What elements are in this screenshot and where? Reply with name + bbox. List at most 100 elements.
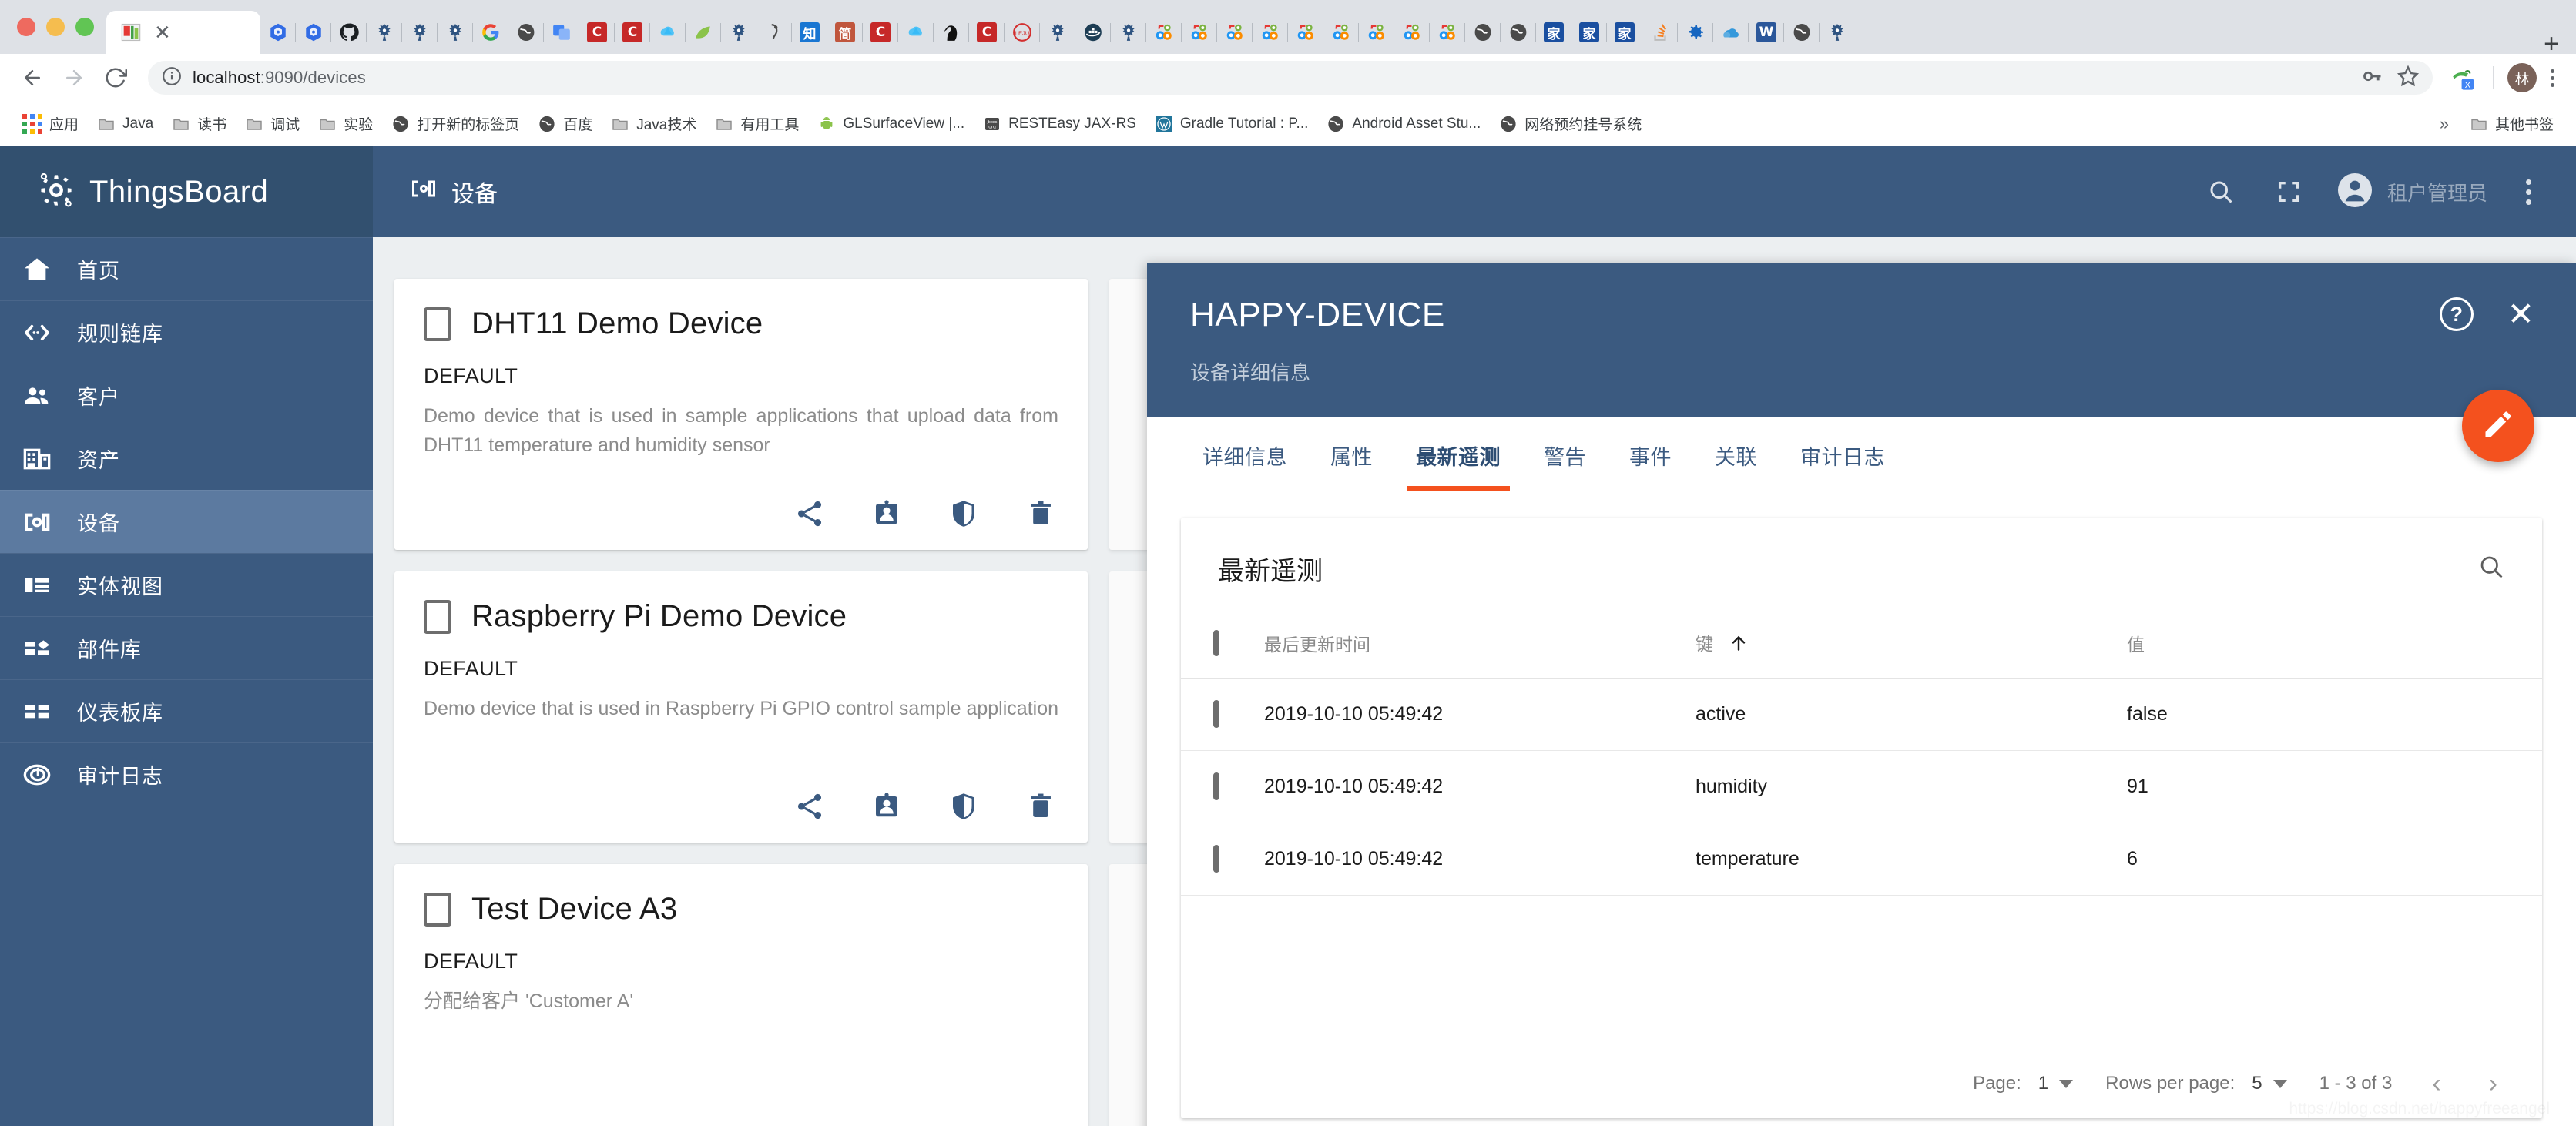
bookmark-item[interactable]: 有用工具 [706,109,807,139]
search-icon[interactable] [2477,553,2505,585]
address-bar[interactable]: localhost:9090/devices [148,61,2433,95]
device-card[interactable]: Raspberry Pi Demo Device DEFAULT Demo devi… [394,571,1088,843]
browser-menu-icon[interactable] [2543,62,2562,95]
sidebar-item-customers[interactable]: 客户 [0,364,373,427]
forward-button[interactable] [55,59,92,96]
help-icon[interactable]: ? [2439,297,2474,331]
pinned-tab[interactable] [1501,11,1536,54]
pinned-tab[interactable] [508,11,544,54]
device-select-checkbox[interactable] [424,892,451,927]
back-button[interactable] [14,59,51,96]
pinned-tab[interactable]: C [615,11,650,54]
delete-icon[interactable] [1023,496,1058,531]
close-window-button[interactable] [17,18,35,36]
pinned-tab[interactable] [1713,11,1749,54]
maximize-window-button[interactable] [75,18,94,36]
pinned-tab[interactable] [1111,11,1146,54]
pinned-tab[interactable] [1784,11,1820,54]
page-select[interactable]: 1 [2038,1073,2074,1094]
pinned-tab[interactable] [1075,11,1111,54]
device-card[interactable]: Test Device A3 DEFAULT 分配给客户 'Customer A' [394,864,1088,1126]
pinned-tab[interactable]: 知 [792,11,827,54]
search-icon[interactable] [2201,172,2241,212]
row-checkbox[interactable] [1213,772,1219,800]
bookmark-item[interactable]: 网络预约挂号系统 [1491,109,1650,139]
pinned-tab[interactable]: LEJU [1005,11,1040,54]
previous-page-button[interactable]: ‹ [2424,1071,2448,1097]
user-menu[interactable]: 租户管理员 [2336,172,2487,213]
pinned-tab[interactable] [1465,11,1501,54]
pinned-tab[interactable]: 简 [827,11,863,54]
reload-button[interactable] [97,59,134,96]
table-row[interactable]: 2019-10-10 05:49:42 active false [1181,678,2542,751]
pinned-tab[interactable] [331,11,367,54]
sidebar-item-entityviews[interactable]: 实体视图 [0,553,373,616]
pinned-tab[interactable]: W [1749,11,1784,54]
site-info-icon[interactable] [162,66,182,90]
device-card[interactable]: DHT11 Demo Device DEFAULT Demo device that… [394,279,1088,550]
tab-alarms[interactable]: 警告 [1522,441,1608,491]
pinned-tab[interactable] [1394,11,1430,54]
next-page-button[interactable]: › [2481,1071,2505,1097]
active-tab[interactable]: ✕ [106,11,260,54]
credentials-shield-icon[interactable] [946,789,981,824]
device-select-checkbox[interactable] [424,599,451,634]
new-tab-button[interactable]: + [2527,31,2576,57]
bookmark-item[interactable]: 读书 [163,109,235,139]
pinned-tab[interactable]: 家 [1536,11,1571,54]
pinned-tab[interactable] [756,11,792,54]
tab-telemetry[interactable]: 最新遥测 [1394,441,1522,491]
pinned-tab[interactable] [898,11,934,54]
pinned-tab[interactable] [1040,11,1075,54]
bookmark-item[interactable]: 调试 [236,109,308,139]
fullscreen-icon[interactable] [2269,172,2309,212]
pinned-tab[interactable] [402,11,438,54]
tab-close-icon[interactable]: ✕ [154,22,171,42]
rows-per-page-select[interactable]: 5 [2252,1073,2287,1094]
sidebar-item-auditlogs[interactable]: 审计日志 [0,742,373,806]
other-bookmarks-item[interactable]: 其他书签 [2461,109,2562,139]
pinned-tab[interactable] [260,11,296,54]
extension-icon[interactable]: X [2447,62,2479,94]
bookmark-item[interactable]: 应用 [14,109,87,139]
tab-events[interactable]: 事件 [1608,441,1693,491]
pinned-tab[interactable]: 家 [1607,11,1642,54]
pinned-tab[interactable]: 家 [1571,11,1607,54]
pinned-tab[interactable] [367,11,402,54]
bookmarks-overflow-button[interactable]: » [2429,111,2460,137]
pinned-tab[interactable] [686,11,721,54]
pinned-tab[interactable]: C [579,11,615,54]
pinned-tab[interactable] [1217,11,1253,54]
table-row[interactable]: 2019-10-10 05:49:42 temperature 6 [1181,823,2542,896]
bookmark-item[interactable]: Java [89,110,162,138]
pinned-tab[interactable] [1323,11,1359,54]
pinned-tab[interactable] [1253,11,1288,54]
column-header-value[interactable]: 值 [2127,609,2542,679]
edit-device-fab[interactable] [2462,390,2534,462]
row-checkbox[interactable] [1213,699,1219,728]
pinned-tab[interactable] [1820,11,1855,54]
profile-avatar[interactable]: 林 [2507,63,2537,92]
credentials-shield-icon[interactable] [946,496,981,531]
bookmark-item[interactable]: GLSurfaceView |... [809,110,973,138]
tab-auditlog[interactable]: 审计日志 [1779,441,1907,491]
bookmark-item[interactable]: 百度 [529,109,601,139]
pinned-tab[interactable] [1146,11,1182,54]
pinned-tab[interactable]: C [863,11,898,54]
bookmark-item[interactable]: Gradle Tutorial : P... [1146,110,1317,138]
overflow-menu-icon[interactable] [2515,173,2542,211]
column-header-time[interactable]: 最后更新时间 [1264,609,1696,679]
bookmark-item[interactable]: Android Asset Stu... [1318,110,1489,138]
select-all-checkbox[interactable] [1213,629,1219,656]
sidebar-item-assets[interactable]: 资产 [0,427,373,490]
pinned-tab[interactable] [296,11,331,54]
tab-relations[interactable]: 关联 [1693,441,1779,491]
sidebar-item-home[interactable]: 首页 [0,237,373,300]
pinned-tab[interactable] [1288,11,1323,54]
pinned-tab[interactable] [1182,11,1217,54]
pinned-tab[interactable] [544,11,579,54]
row-checkbox[interactable] [1213,844,1219,873]
assign-customer-icon[interactable] [869,496,904,531]
delete-icon[interactable] [1023,789,1058,824]
minimize-window-button[interactable] [46,18,65,36]
